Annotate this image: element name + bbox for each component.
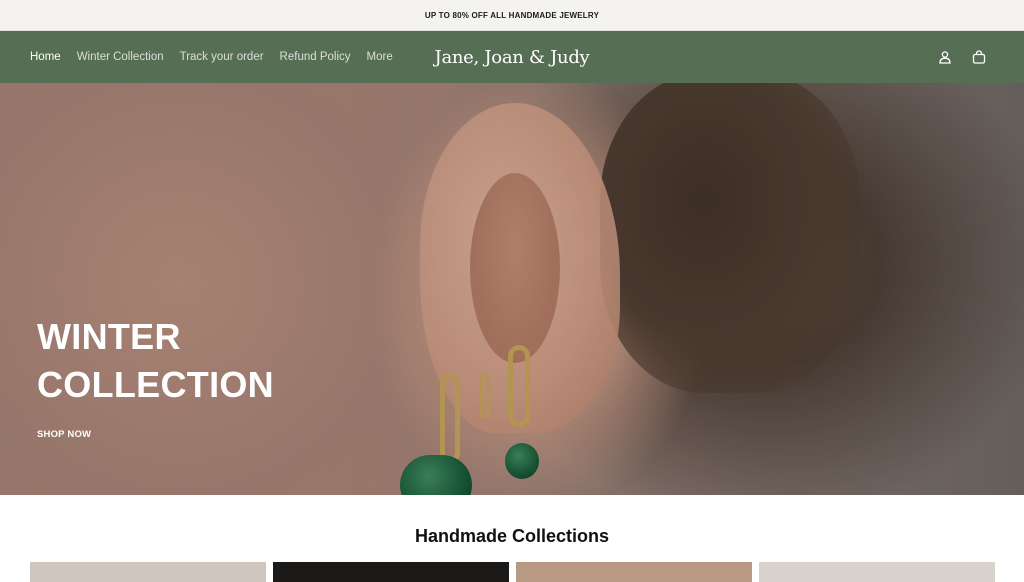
announcement-bar: UP TO 80% OFF ALL HANDMADE JEWELRY [0,0,1024,31]
brand-logo[interactable]: Jane, Joan & Judy [435,47,590,68]
collection-card[interactable] [30,562,266,582]
main-nav: Home Winter Collection Track your order … [30,31,393,83]
nav-item-winter-collection[interactable]: Winter Collection [77,51,164,63]
announcement-text: UP TO 80% OFF ALL HANDMADE JEWELRY [424,10,600,20]
collection-cards [30,562,995,582]
collections-title: Handmade Collections [414,526,610,546]
cart-icon[interactable] [972,50,986,64]
nav-item-refund-policy[interactable]: Refund Policy [280,51,351,63]
header-icons [938,31,986,83]
hero-banner[interactable]: WINTER COLLECTION SHOP NOW [0,83,1024,495]
hero-overlay [0,83,1024,495]
site-header: Home Winter Collection Track your order … [0,31,1024,83]
collection-card[interactable] [273,562,509,582]
nav-item-more[interactable]: More [367,51,393,63]
hero-title: WINTER COLLECTION [37,316,274,405]
collection-card[interactable] [759,562,995,582]
collection-card[interactable] [516,562,752,582]
shop-now-link[interactable]: SHOP NOW [37,429,91,440]
nav-item-track-order[interactable]: Track your order [180,51,264,63]
account-icon[interactable] [938,50,952,64]
nav-item-home[interactable]: Home [30,51,61,63]
